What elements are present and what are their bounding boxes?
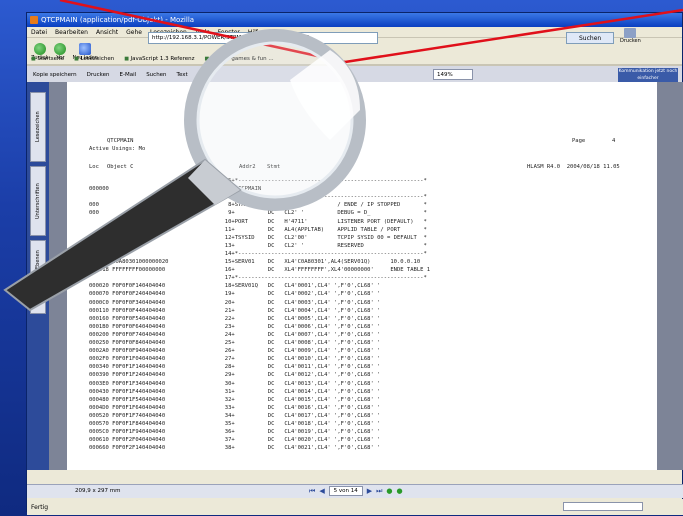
- email-button[interactable]: E-Mail: [120, 72, 137, 78]
- prev-page-icon[interactable]: ◀: [319, 487, 324, 495]
- acrobat-status-bar: 209,9 x 297 mm ⏮ ◀ 5 von 14 ▶ ⏭ ● ●: [27, 484, 683, 498]
- title-bar: QTCPMAIN (application/pdf-Objekt) - Mozi…: [27, 13, 682, 27]
- menu-file[interactable]: Datei: [31, 29, 47, 36]
- print-button[interactable]: Drucken: [620, 28, 641, 44]
- app-icon: [30, 16, 38, 24]
- last-page-icon[interactable]: ⏭: [376, 487, 382, 496]
- bookmark-javascript[interactable]: JavaScript 1.3 Referenz: [124, 56, 195, 62]
- browser-status-bar: Fertig: [27, 499, 683, 515]
- bookmark-home[interactable]: Startseite: [31, 56, 64, 62]
- save-copy-button[interactable]: Kopie speichern: [33, 72, 77, 78]
- printer-icon: [624, 28, 637, 38]
- promo-banner[interactable]: Kommunikation jetzt noch einfacher: [618, 68, 678, 82]
- text-tool-button[interactable]: Text: [177, 72, 188, 78]
- search-button[interactable]: Suchen: [566, 32, 614, 44]
- page-navigation: ⏮ ◀ 5 von 14 ▶ ⏭ ● ●: [309, 486, 403, 496]
- back-view-icon[interactable]: ●: [386, 487, 392, 495]
- browser-window: QTCPMAIN (application/pdf-Objekt) - Mozi…: [26, 12, 683, 512]
- bookmark-lycos[interactable]: Lycos - games & fun ...: [205, 56, 274, 62]
- page-indicator[interactable]: 5 von 14: [328, 486, 363, 496]
- acrobat-search-button[interactable]: Suchen: [146, 72, 166, 78]
- reload-icon: [79, 42, 92, 55]
- url-input[interactable]: http://192.168.3.1/POWER/STPM/QTCPMAIN/P…: [148, 32, 378, 44]
- forward-arrow-icon: [54, 42, 67, 55]
- bookmarks-bar: Startseite Lesezeichen JavaScript 1.3 Re…: [27, 54, 682, 65]
- first-page-icon[interactable]: ⏮: [309, 487, 315, 496]
- menu-go[interactable]: Gehe: [126, 29, 142, 36]
- zoom-select[interactable]: 149%: [433, 69, 473, 80]
- back-arrow-icon: [33, 42, 46, 55]
- print-label: Drucken: [620, 38, 641, 44]
- acrobat-print-button[interactable]: Drucken: [87, 72, 110, 78]
- page-size: 209,9 x 297 mm: [75, 488, 121, 494]
- bookmark-bookmarks[interactable]: Lesezeichen: [74, 56, 114, 62]
- next-page-icon[interactable]: ▶: [367, 487, 372, 495]
- window-title: QTCPMAIN (application/pdf-Objekt) - Mozi…: [41, 16, 195, 24]
- acrobat-toolbar: Kopie speichern Drucken E-Mail Suchen Te…: [27, 66, 682, 84]
- progress-bar: [563, 502, 643, 511]
- forward-view-icon[interactable]: ●: [397, 487, 403, 495]
- status-text: Fertig: [31, 503, 49, 511]
- menu-view[interactable]: Ansicht: [96, 29, 118, 36]
- menu-edit[interactable]: Bearbeiten: [55, 29, 88, 36]
